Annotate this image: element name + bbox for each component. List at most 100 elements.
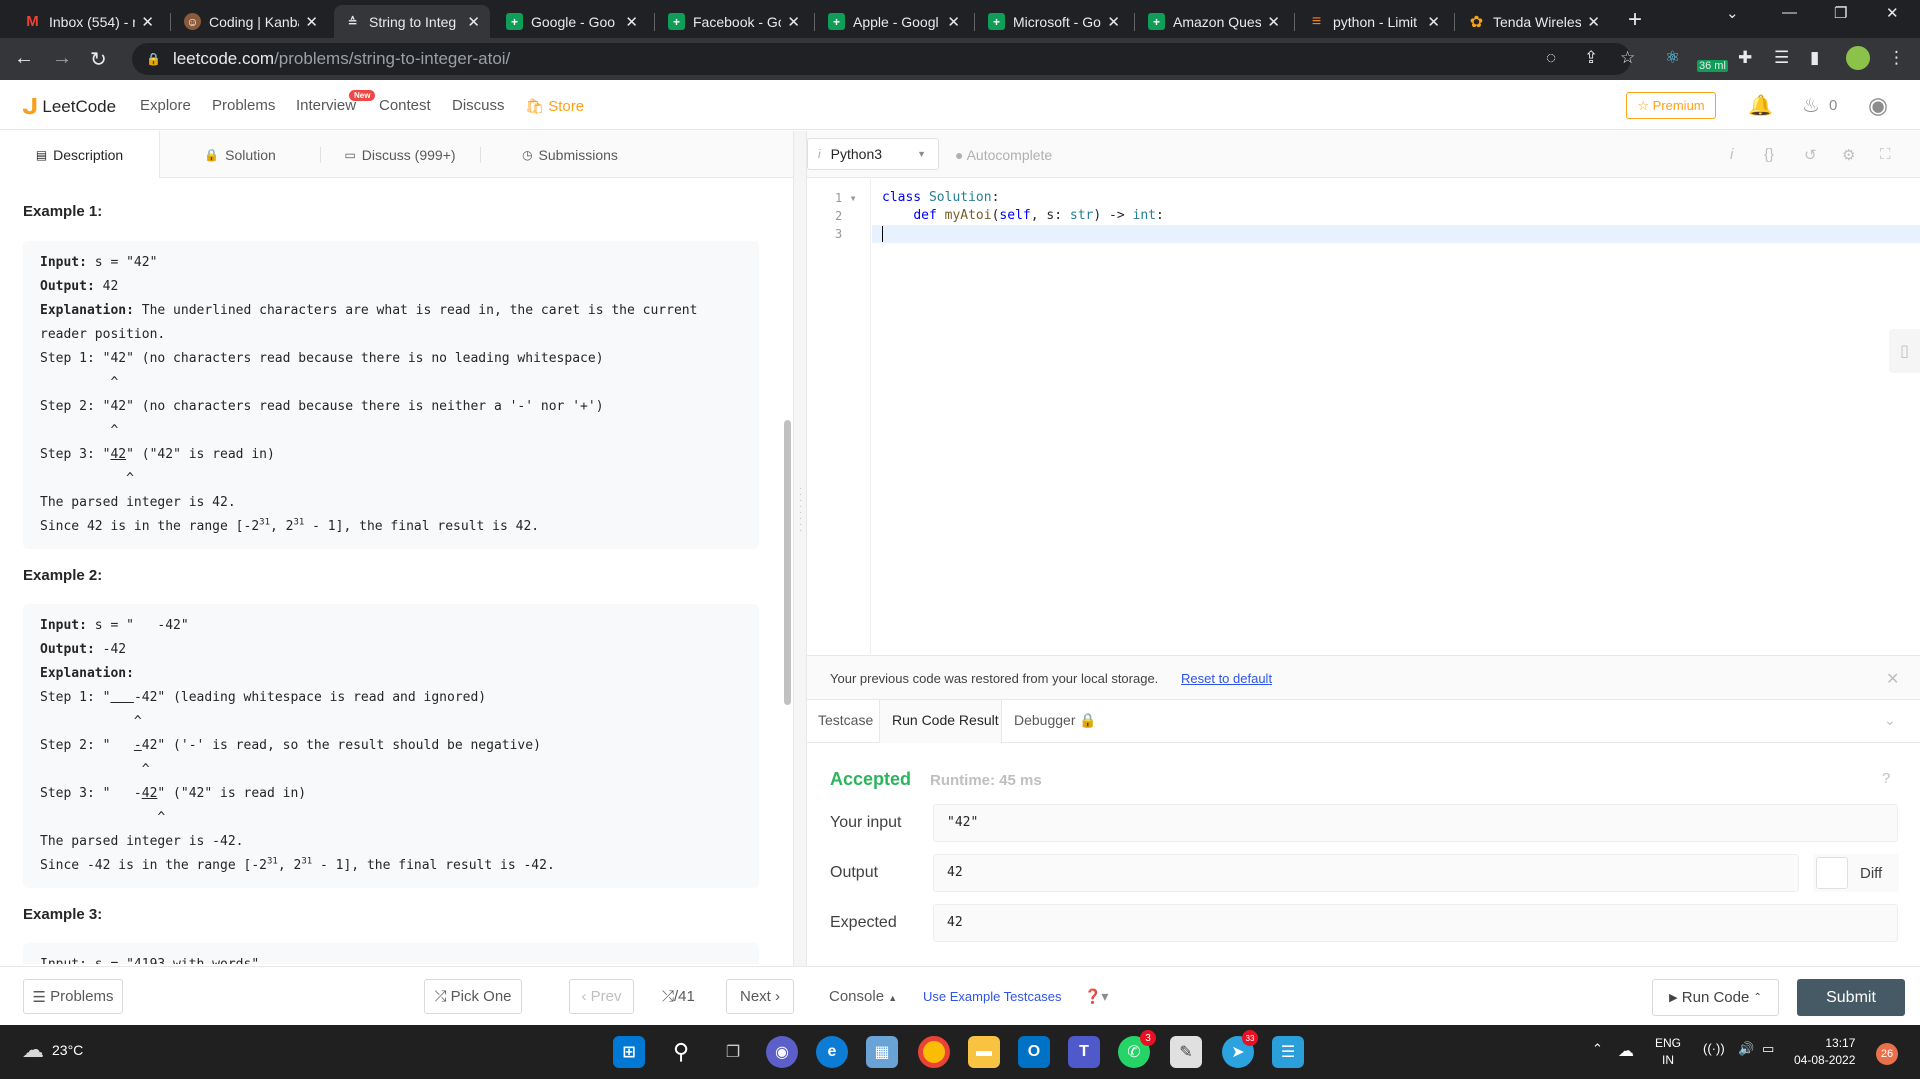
nav-contest[interactable]: Contest xyxy=(379,97,431,114)
notification-bell-icon[interactable]: 🔔 xyxy=(1748,93,1773,118)
eye-off-icon[interactable]: ◌ xyxy=(1546,48,1556,68)
settings-gear-icon[interactable]: ⚙ xyxy=(1842,146,1855,164)
back-icon[interactable]: ← xyxy=(14,47,34,70)
search-icon[interactable]: ⚲ xyxy=(665,1036,697,1068)
fullscreen-icon[interactable]: ⛶ xyxy=(1880,146,1891,163)
tab-submissions[interactable]: ◷ Submissions xyxy=(480,131,660,178)
show-hidden-icons[interactable]: ⌃ xyxy=(1592,1041,1603,1057)
extension-badge[interactable]: 36 ml xyxy=(1697,60,1728,72)
browser-tab-string-to-integer[interactable]: ≙ String to Integ ✕ xyxy=(334,5,490,38)
restore-window-icon[interactable]: ❐ xyxy=(1834,4,1847,22)
close-window-icon[interactable]: ✕ xyxy=(1886,4,1899,22)
minimize-icon[interactable]: — xyxy=(1782,4,1797,21)
chrome-menu-icon[interactable]: ⋮ xyxy=(1888,48,1905,68)
outlook-icon[interactable]: O xyxy=(1018,1036,1050,1068)
profile-avatar[interactable] xyxy=(1846,46,1870,70)
autocomplete-toggle[interactable]: ● Autocomplete xyxy=(955,147,1052,163)
browser-tab-amazon-sheet[interactable]: + Amazon Ques ✕ xyxy=(1138,5,1290,38)
tab-debugger[interactable]: Debugger 🔒 xyxy=(1014,712,1097,729)
reset-to-default-link[interactable]: Reset to default xyxy=(1181,671,1272,686)
document-app-icon[interactable]: ✎ xyxy=(1170,1036,1202,1068)
close-tab-icon[interactable]: ✕ xyxy=(1107,13,1120,31)
reload-icon[interactable]: ↻ xyxy=(90,47,107,72)
bookmark-star-icon[interactable]: ☆ xyxy=(1620,48,1635,68)
format-code-icon[interactable]: {} xyxy=(1764,146,1774,163)
close-tab-icon[interactable]: ✕ xyxy=(467,13,480,31)
reading-list-icon[interactable]: ☰ xyxy=(1774,48,1789,68)
user-account-icon[interactable]: ◉ xyxy=(1868,92,1888,119)
battery-icon[interactable]: ▭ xyxy=(1762,1041,1774,1057)
start-icon[interactable]: ⊞ xyxy=(613,1036,645,1068)
nav-discuss[interactable]: Discuss xyxy=(452,97,505,114)
help-circle-icon[interactable]: ? xyxy=(1882,770,1890,787)
teams-icon[interactable]: T xyxy=(1068,1036,1100,1068)
tab-discuss[interactable]: ▭ Discuss (999+) xyxy=(320,131,480,178)
extensions-puzzle-icon[interactable]: ✚ xyxy=(1738,48,1752,68)
volume-icon[interactable]: 🔊 xyxy=(1738,1041,1754,1057)
streak-flame-icon[interactable]: ♨ xyxy=(1802,93,1820,118)
browser-tab-facebook-sheet[interactable]: + Facebook - Go ✕ xyxy=(658,5,810,38)
console-toggle[interactable]: Console ▲ xyxy=(829,988,897,1005)
task-view-icon[interactable]: ❐ xyxy=(717,1036,749,1068)
code-line-2[interactable]: def myAtoi(self, s: str) -> int: xyxy=(882,208,1164,223)
close-tab-icon[interactable]: ✕ xyxy=(305,13,318,31)
forward-icon[interactable]: → xyxy=(52,47,72,70)
close-tab-icon[interactable]: ✕ xyxy=(141,13,154,31)
tab-description[interactable]: ▤ Description xyxy=(0,131,160,178)
next-button[interactable]: Next › xyxy=(726,979,794,1014)
system-clock[interactable]: 13:17 04-08-2022 xyxy=(1794,1035,1855,1069)
browser-tab-microsoft-sheet[interactable]: + Microsoft - Go ✕ xyxy=(978,5,1130,38)
tab-testcase[interactable]: Testcase xyxy=(818,712,873,728)
onedrive-cloud-icon[interactable]: ☁ xyxy=(1618,1041,1634,1061)
run-code-button[interactable]: ▶ Run Code ⌃ xyxy=(1652,979,1779,1016)
notepad-icon[interactable]: ☰ xyxy=(1272,1036,1304,1068)
close-tab-icon[interactable]: ✕ xyxy=(1587,13,1600,31)
info-icon[interactable]: i xyxy=(1730,146,1733,163)
chat-icon[interactable]: ◉ xyxy=(766,1036,798,1068)
problems-list-button[interactable]: ☰ Problems xyxy=(23,979,123,1014)
pick-one-button[interactable]: ⤮ Pick One xyxy=(424,979,522,1014)
close-tab-icon[interactable]: ✕ xyxy=(625,13,638,31)
nav-problems[interactable]: Problems xyxy=(212,97,275,114)
submit-button[interactable]: Submit xyxy=(1797,979,1905,1016)
chevron-down-icon[interactable]: ⌄ xyxy=(1884,712,1896,729)
close-tab-icon[interactable]: ✕ xyxy=(787,13,800,31)
close-icon[interactable]: ✕ xyxy=(1886,669,1899,689)
notification-count-badge[interactable]: 26 xyxy=(1876,1043,1898,1065)
nav-explore[interactable]: Explore xyxy=(140,97,191,114)
address-bar[interactable]: 🔒 leetcode.com/problems/string-to-intege… xyxy=(132,43,1631,75)
browser-tab-apple-sheet[interactable]: + Apple - Googl ✕ xyxy=(818,5,970,38)
new-tab-button[interactable]: + xyxy=(1628,6,1642,34)
react-devtools-icon[interactable]: ⚛ xyxy=(1665,48,1680,68)
browser-tab-gmail[interactable]: M Inbox (554) - r ✕ xyxy=(14,5,164,38)
file-explorer-icon[interactable]: ▬ xyxy=(968,1036,1000,1068)
tab-solution[interactable]: 🔒 Solution xyxy=(160,131,320,178)
browser-tab-coding-kanban[interactable]: ☺ Coding | Kanba ✕ xyxy=(174,5,328,38)
close-tab-icon[interactable]: ✕ xyxy=(1267,13,1280,31)
close-tab-icon[interactable]: ✕ xyxy=(1427,13,1440,31)
help-circle-icon[interactable]: ❓▾ xyxy=(1084,988,1108,1005)
nav-store[interactable]: 🛍 Store xyxy=(525,97,584,115)
tab-search-icon[interactable]: ⌄ xyxy=(1726,4,1739,22)
prev-button[interactable]: ‹ Prev xyxy=(569,979,634,1014)
weather-widget[interactable]: ☁ 23°C xyxy=(22,1037,83,1063)
browser-tab-google-sheet[interactable]: + Google - Goo ✕ xyxy=(496,5,648,38)
chrome-icon[interactable] xyxy=(918,1036,950,1068)
input-language[interactable]: ENG IN xyxy=(1655,1035,1681,1069)
tab-run-code-result[interactable]: Run Code Result xyxy=(892,712,999,728)
leetcode-logo[interactable]: ᒍ LeetCode xyxy=(22,94,116,120)
nav-interview[interactable]: Interview xyxy=(296,97,356,114)
description-scrollbar[interactable] xyxy=(784,420,791,705)
browser-tab-stackoverflow[interactable]: ≡ python - Limit ✕ xyxy=(1298,5,1450,38)
reset-code-icon[interactable]: ↺ xyxy=(1804,146,1817,164)
side-panel-icon[interactable]: ▮ xyxy=(1810,48,1819,68)
wifi-icon[interactable]: ((·)) xyxy=(1703,1041,1725,1056)
photos-icon[interactable]: ▦ xyxy=(866,1036,898,1068)
close-tab-icon[interactable]: ✕ xyxy=(947,13,960,31)
use-example-testcases-link[interactable]: Use Example Testcases xyxy=(923,989,1062,1004)
edge-icon[interactable]: e xyxy=(816,1036,848,1068)
diff-toggle[interactable]: Diff xyxy=(1813,854,1899,892)
browser-tab-tenda[interactable]: ✿ Tenda Wireles ✕ xyxy=(1458,5,1610,38)
panel-resize-handle[interactable]: · · · · · · · · xyxy=(793,131,807,966)
share-icon[interactable]: ⇪ xyxy=(1584,48,1598,68)
